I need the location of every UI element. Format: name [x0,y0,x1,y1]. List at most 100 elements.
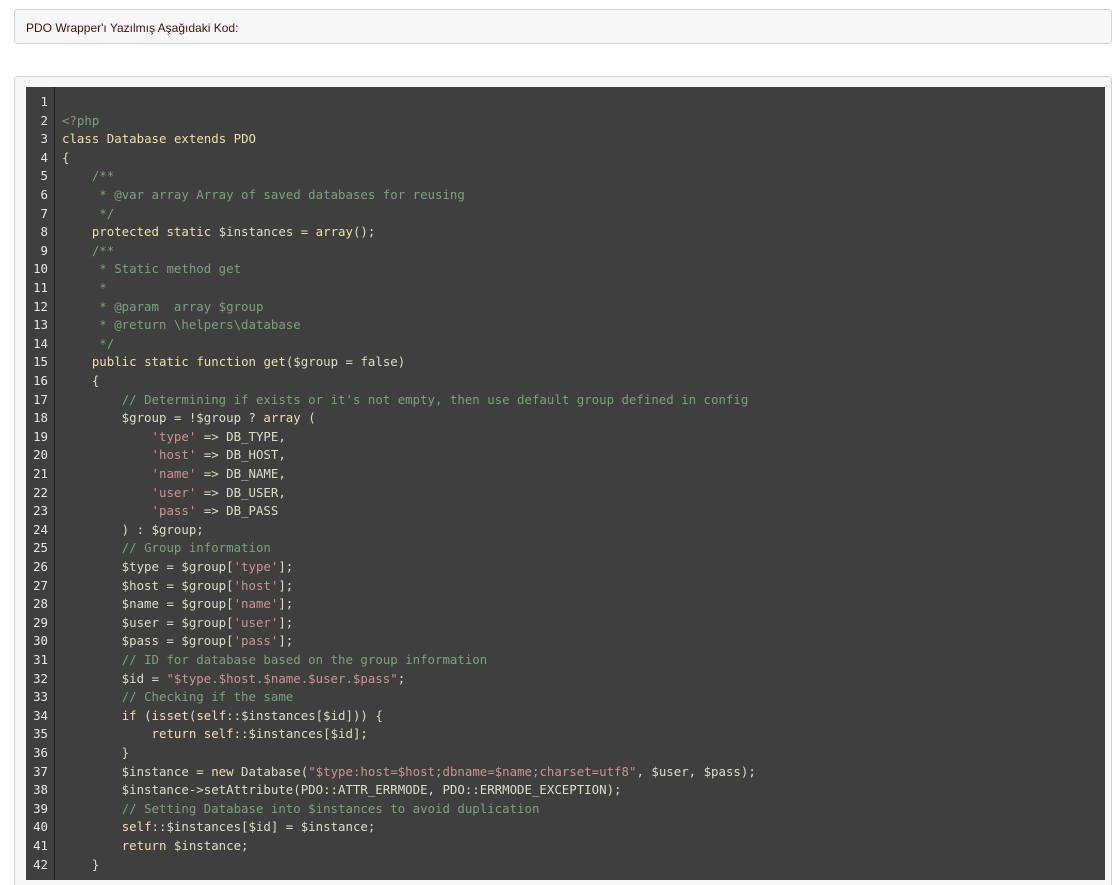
code-token: static [166,224,212,240]
line-number: 10 [33,261,48,277]
line-number: 3 [40,131,48,147]
code-token: function [196,354,256,370]
code-token: 'host' [151,447,197,463]
code-line: $name = $group['name']; [62,595,294,614]
code-token: $instance; [166,838,249,853]
code-token: get [263,354,286,370]
line-number: 19 [33,428,48,444]
line-number: 4 [40,149,48,165]
code-token: self [121,819,152,835]
line-number: 5 [40,168,48,184]
line-number: 16 [33,373,48,388]
code-block[interactable]: 1 2 3 4 5 6 7 8 9 10 11 12 13 14 15 16 17 18 19 20 21 22 23 24 2… [26,87,1105,880]
line-number: 30 [33,633,48,649]
code-token: "$type:host=$host;dbname=$name;charset=u… [308,763,637,779]
code-token: $name = $group[ [62,596,234,612]
code-token: 'name' [233,596,279,612]
code-line: 'user' => DB_USER, [62,484,286,503]
code-token: 'type' [233,559,279,574]
code-line: $type = $group['type']; [62,558,294,577]
code-line: $instance = new Database("$type:host=$ho… [62,763,756,782]
code-line: 'type' => DB_TYPE, [62,428,286,447]
code-line: $instance->setAttribute(PDO::ATTR_ERRMOD… [62,781,622,800]
code-token: $pass = $group[ [62,633,234,649]
code-line: } [62,744,129,763]
code-line: if (isset(self::$instances[$id])) { [62,707,383,726]
code-line: * @param array $group [62,298,263,317]
code-line: * @return \helpers\database [62,316,300,335]
code-line: } [62,856,99,875]
code-token: ::$instances[$id] = $instance; [151,819,376,835]
code-token: ( [136,707,152,723]
code-line: $user = $group['user']; [62,614,294,633]
code-token: self [196,707,227,723]
line-number: 1 [40,94,48,109]
post-title: PDO Wrapper'ı Yazılmış Aşağıdaki Kod: [26,21,239,35]
line-number: 12 [33,298,48,314]
code-token: // Checking if the same [121,689,294,705]
line-number: 36 [33,745,48,760]
code-line: // Group information [62,539,271,558]
code-token: self [203,726,234,742]
code-line: /** [62,167,114,186]
code-token: $host = $group[ [62,577,234,593]
code-token: ]; [278,577,294,593]
code-token: /** [91,168,115,184]
code-token: ]; [278,559,294,574]
line-number: 14 [33,335,48,351]
line-number: 7 [40,205,48,221]
code-token: $instance = [62,763,212,779]
code-token: PDO [233,131,257,147]
line-number: 8 [40,224,48,240]
code-token: { [62,149,70,165]
line-number: 9 [40,242,48,258]
code-token: 'type' [151,428,197,444]
code-line: protected static $instances = array(); [62,223,376,242]
code-line: $group = !$group ? array ( [62,409,316,428]
code-token: (); [352,224,376,240]
code-token: * @var array Array of saved databases fo… [91,187,465,202]
code-token: 'name' [151,466,197,481]
code-token: } [62,856,100,872]
line-number: 25 [33,540,48,556]
code-token: protected [91,224,159,240]
code-token: $id = [62,670,167,686]
code-token: ]; [278,596,294,612]
line-number: 21 [33,466,48,481]
code-token: $user = $group[ [62,614,234,630]
line-number: 24 [33,521,48,537]
code-token: ; [397,670,406,686]
line-number: 40 [33,819,48,835]
code-line: class Database extends PDO [62,130,256,149]
code-token: ( [300,410,316,426]
code-token: "$type.$host.$name.$user.$pass" [166,670,398,686]
code-token: $group = !$group ? [62,410,264,426]
code-token: => DB_PASS [196,503,279,519]
post-title-box: PDO Wrapper'ı Yazılmış Aşağıdaki Kod: [14,9,1112,44]
code-token: 'user' [233,614,279,630]
code-line: return self::$instances[$id]; [62,725,368,744]
code-token: */ [91,335,115,351]
code-line: // ID for database based on the group in… [62,651,488,670]
line-number: 32 [33,670,48,686]
code-token: 'pass' [151,503,197,519]
code-token: // ID for database based on the group in… [121,652,488,667]
code-token: 'user' [151,484,197,500]
line-number: 31 [33,652,48,667]
code-token: * [91,280,107,295]
